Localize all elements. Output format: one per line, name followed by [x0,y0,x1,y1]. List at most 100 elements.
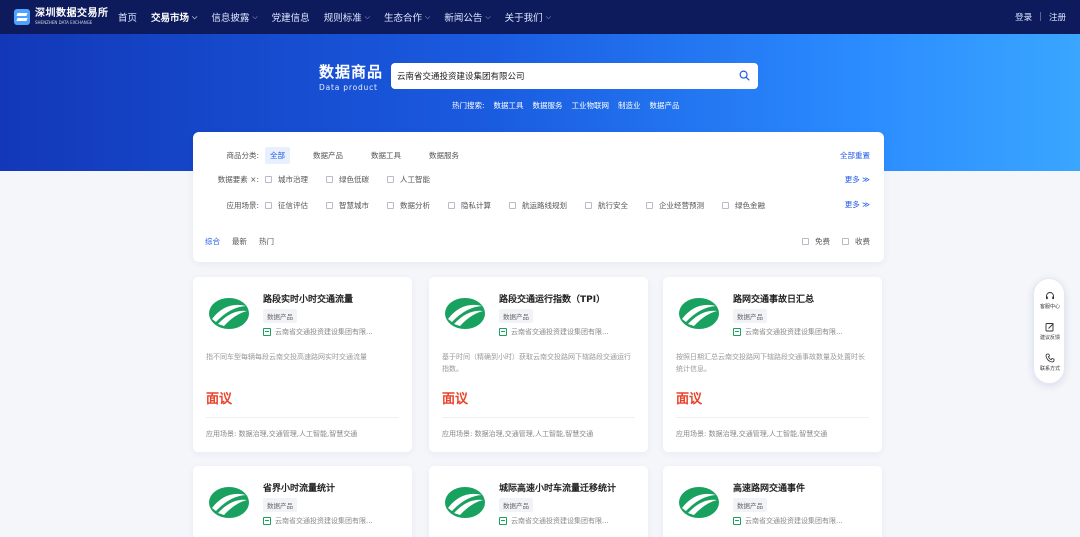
building-icon [733,328,741,336]
brand-logo[interactable]: 深圳数据交易所 SHENZHEN DATA EXCHANGE [14,9,110,25]
scene-checkbox[interactable]: 航运路线规划 [509,200,567,211]
hot-item[interactable]: 数据工具 [494,100,524,111]
product-price: 面议 [206,392,233,407]
product-scenes: 应用场景: 数据治理,交通管理,人工智能,智慧交通 [442,430,594,438]
brand-name: 深圳数据交易所 [35,8,109,19]
nav-ecosystem[interactable]: 生态合作 ⌵ [384,10,430,25]
hot-item[interactable]: 工业物联网 [572,100,610,111]
element-checkbox[interactable]: 城市治理 [265,174,308,185]
brand-name-en: SHENZHEN DATA EXCHANGE [35,20,93,25]
hot-searches: 热门搜索: 数据工具 数据服务 工业物联网 制造业 数据产品 [452,100,689,111]
hot-item[interactable]: 数据产品 [650,100,680,111]
divider [442,417,635,418]
scene-checkbox[interactable]: 企业经营预测 [646,200,704,211]
product-title[interactable]: 城际高速小时车流量迁移统计 [499,481,616,494]
building-icon [263,517,271,525]
product-org: 云南省交通投资建设集团有限... [263,327,373,337]
customer-service-button[interactable]: 客服中心 [1034,291,1066,310]
search-box [391,63,758,89]
sort-tab[interactable]: 热门 [259,236,274,247]
product-title[interactable]: 路网交通事故日汇总 [733,292,814,305]
scene-checkbox[interactable]: 绿色金融 [722,200,765,211]
nav-disclosure[interactable]: 信息披露 ⌵ [211,10,258,25]
scene-checkbox[interactable]: 征信评估 [265,200,308,211]
search-icon[interactable] [739,70,750,81]
sort-tab[interactable]: 最新 [232,236,247,247]
product-title[interactable]: 省界小时流量统计 [263,481,335,494]
building-icon [499,517,507,525]
element-checkbox[interactable]: 绿色低碳 [326,174,369,185]
hot-item[interactable]: 数据服务 [533,100,563,111]
building-icon [499,328,507,336]
company-logo-icon [445,487,485,518]
product-tag: 数据产品 [263,498,297,512]
nav-home[interactable]: 首页 [118,10,137,24]
side-toolbar: 客服中心 建议反馈 联系方式 [1033,278,1065,384]
login-link[interactable]: 登录 [1015,11,1032,23]
divider [676,417,869,418]
category-option[interactable]: 数据服务 [424,147,464,164]
paid-checkbox[interactable]: 收费 [842,236,870,247]
sort-tab[interactable]: 综合 [205,236,220,247]
nav-news[interactable]: 新闻公告 ⌵ [444,10,491,25]
category-option[interactable]: 数据工具 [366,147,406,164]
scenes-label: 应用场景: [226,201,259,210]
product-title[interactable]: 路段实时小时交通流量 [263,292,353,305]
chevron-down-icon: ⌵ [485,12,491,21]
company-logo-icon [445,298,485,329]
nav-market[interactable]: 交易市场 ⌵ [151,10,198,25]
chevron-down-icon: ⌵ [364,12,371,21]
search-input[interactable] [397,71,717,81]
product-scenes: 应用场景: 数据治理,交通管理,人工智能,智慧交通 [206,430,358,438]
nav-party[interactable]: 党建信息 [272,10,310,24]
main-menu: 首页 交易市场 ⌵ 信息披露 ⌵ 党建信息 规则标准 ⌵ 生态合作 ⌵ 新闻公告 ⌵ 关于… [118,10,565,25]
product-card[interactable]: 路网交通事故日汇总 数据产品 云南省交通投资建设集团有限... 按照日期汇总云南… [663,277,882,452]
product-card[interactable]: 高速路网交通事件 数据产品 云南省交通投资建设集团有限... [663,466,882,537]
product-tag: 数据产品 [499,309,533,323]
divider [206,417,399,418]
hot-item[interactable]: 制造业 [618,100,641,111]
product-card[interactable]: 城际高速小时车流量迁移统计 数据产品 云南省交通投资建设集团有限... [429,466,648,537]
product-tag: 数据产品 [499,498,533,512]
product-card[interactable]: 路段交通运行指数（TPI） 数据产品 云南省交通投资建设集团有限... 基于时间… [429,277,648,452]
product-desc: 基于时间（精确到小时）获取云南交投路网下辖路段交通运行指数。 [442,353,631,373]
scene-checkbox[interactable]: 隐私计算 [448,200,491,211]
register-link[interactable]: 注册 [1049,11,1066,23]
scene-checkbox[interactable]: 航行安全 [585,200,628,211]
company-logo-icon [679,298,719,329]
reset-all-button[interactable]: 全部重置 [840,150,870,161]
chevron-down-icon: ⌵ [192,12,198,21]
scene-checkbox[interactable]: 智慧城市 [326,200,369,211]
chevron-down-icon: ⌵ [252,12,258,21]
contact-button[interactable]: 联系方式 [1034,353,1066,372]
product-title[interactable]: 高速路网交通事件 [733,481,805,494]
more-scenes-link[interactable]: 更多 ≫ [845,199,870,210]
logo-icon [14,9,30,25]
free-checkbox[interactable]: 免费 [802,236,830,247]
product-card[interactable]: 省界小时流量统计 数据产品 云南省交通投资建设集团有限... [193,466,412,537]
nav-rules[interactable]: 规则标准 ⌵ [324,10,371,25]
scene-checkbox[interactable]: 数据分析 [387,200,430,211]
page: { "brand": {"name_cn": "深圳数据交易所", "name_… [0,0,1080,537]
phone-icon [1045,353,1055,363]
category-option[interactable]: 数据产品 [308,147,348,164]
price-toggles: 免费 收费 [802,236,870,247]
product-org: 云南省交通投资建设集团有限... [499,327,609,337]
product-desc: 指不同车型每辆每段云南交投高速路网实时交通流量 [206,353,367,361]
category-option[interactable]: 全部 [265,147,290,164]
page-title: 数据商品 Data product [319,63,384,92]
product-card[interactable]: 路段实时小时交通流量 数据产品 云南省交通投资建设集团有限... 指不同车型每辆… [193,277,412,452]
product-org: 云南省交通投资建设集团有限... [733,516,843,526]
feedback-button[interactable]: 建议反馈 [1034,322,1066,341]
product-desc: 按照日期汇总云南交投路网下辖路段交通事故数量及处置时长统计信息。 [676,353,865,373]
nav-about[interactable]: 关于我们 ⌵ [505,10,551,25]
headset-icon [1046,292,1054,300]
product-title[interactable]: 路段交通运行指数（TPI） [499,292,605,305]
product-tag: 数据产品 [733,309,767,323]
element-checkbox[interactable]: 人工智能 [387,174,430,185]
top-nav: 深圳数据交易所 SHENZHEN DATA EXCHANGE 首页 交易市场 ⌵ … [0,0,1080,34]
more-elements-link[interactable]: 更多 ≫ [845,174,870,185]
building-icon [263,328,271,336]
building-icon [733,517,741,525]
product-scenes: 应用场景: 数据治理,交通管理,人工智能,智慧交通 [676,430,828,438]
